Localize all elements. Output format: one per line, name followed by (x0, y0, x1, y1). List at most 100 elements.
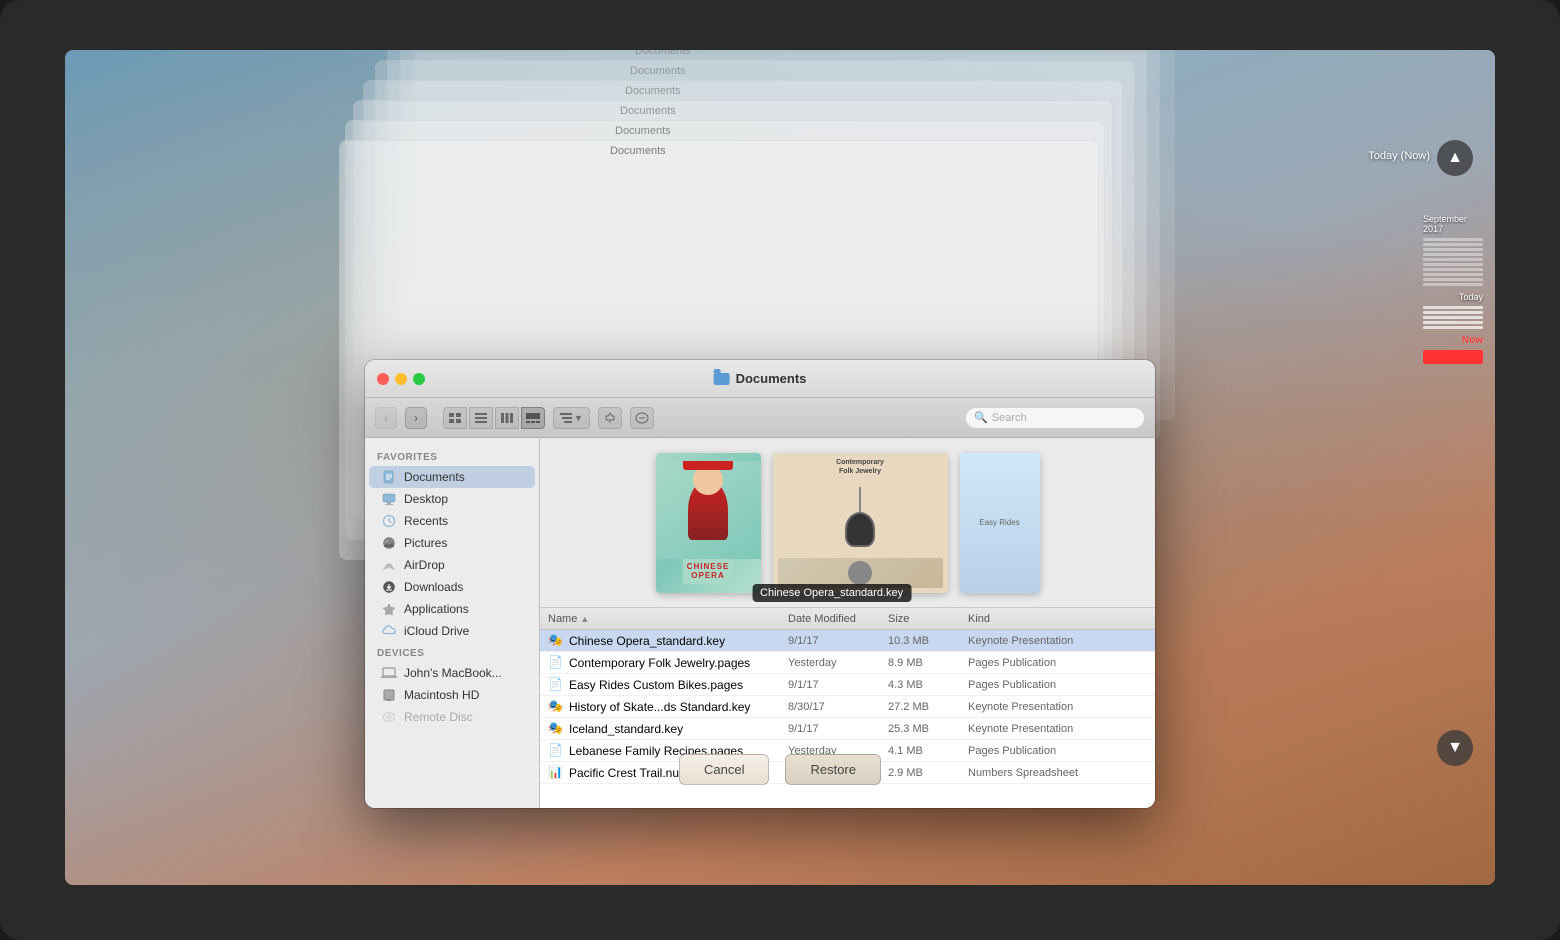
title-bar: Documents (365, 360, 1155, 398)
macbook-frame: Documents Documents Documents Documents … (0, 0, 1560, 940)
file-name-cell: 📄 Contemporary Folk Jewelry.pages (548, 655, 788, 671)
timeline-bar-highlight (1423, 316, 1483, 319)
file-size: 10.3 MB (888, 635, 968, 647)
sidebar-item-downloads[interactable]: Downloads (369, 576, 535, 598)
remote-disc-icon (381, 709, 397, 725)
col-header-size[interactable]: Size (888, 613, 968, 625)
view-gallery-button[interactable] (521, 407, 545, 429)
view-mode-buttons (443, 407, 545, 429)
file-size: 25.3 MB (888, 723, 968, 735)
sidebar-item-label: John's MacBook... (404, 666, 502, 680)
sidebar-item-applications[interactable]: Applications (369, 598, 535, 620)
file-name-cell: 🎭 Chinese Opera_standard.key (548, 633, 788, 649)
timeline-bar (1423, 278, 1483, 281)
preview-thumb-opera[interactable]: CHINESE OPERA (656, 453, 761, 593)
timemachine-down-button[interactable]: ▼ (1437, 730, 1473, 766)
sidebar-item-desktop[interactable]: Desktop (369, 488, 535, 510)
search-placeholder: Search (992, 412, 1027, 424)
file-kind: Pages Publication (968, 679, 1147, 691)
timeline-bar (1423, 238, 1483, 241)
timeline-bar (1423, 243, 1483, 246)
sidebar-item-label: AirDrop (404, 558, 445, 572)
file-size: 8.9 MB (888, 657, 968, 669)
maximize-button[interactable] (413, 373, 425, 385)
sidebar-item-recents[interactable]: Recents (369, 510, 535, 532)
timeline-bar-highlight (1423, 311, 1483, 314)
timeline-bar (1423, 253, 1483, 256)
sidebar-item-airdrop[interactable]: AirDrop (369, 554, 535, 576)
devices-label: Devices (365, 642, 539, 662)
timeline-now-label: Now (1462, 335, 1483, 346)
sidebar-item-label: Downloads (404, 580, 463, 594)
back-button[interactable]: ‹ (375, 407, 397, 429)
tags-button[interactable] (630, 407, 654, 429)
window-title: Documents (714, 371, 807, 386)
preview-thumb-bikes[interactable]: Easy Rides (960, 453, 1040, 593)
sidebar-item-pictures[interactable]: Pictures (369, 532, 535, 554)
column-headers: Name ▲ Date Modified Size Kind (540, 608, 1155, 630)
sidebar-item-label: Documents (404, 470, 465, 484)
sidebar-item-label: Applications (404, 602, 469, 616)
timeline-bar-highlight (1423, 326, 1483, 329)
timeline-bar (1423, 258, 1483, 261)
file-date: 8/30/17 (788, 701, 888, 713)
table-row[interactable]: 📄 Easy Rides Custom Bikes.pages 9/1/17 4… (540, 674, 1155, 696)
arrange-button[interactable]: ▼ (553, 407, 590, 429)
sidebar-item-label: iCloud Drive (404, 624, 469, 638)
file-icon: 📄 (548, 677, 564, 693)
timeline-bar-highlight (1423, 306, 1483, 309)
view-column-button[interactable] (495, 407, 519, 429)
minimize-button[interactable] (395, 373, 407, 385)
close-button[interactable] (377, 373, 389, 385)
timemachine-up-button[interactable]: ▲ (1437, 140, 1473, 176)
forward-button[interactable]: › (405, 407, 427, 429)
col-header-name[interactable]: Name ▲ (548, 613, 788, 625)
file-icon: 🎭 (548, 633, 564, 649)
timeline-bar (1423, 273, 1483, 276)
file-date: 9/1/17 (788, 679, 888, 691)
file-name-cell: 📄 Easy Rides Custom Bikes.pages (548, 677, 788, 693)
bottom-buttons: Cancel Restore (659, 734, 901, 805)
file-kind: Keynote Presentation (968, 723, 1147, 735)
file-kind: Numbers Spreadsheet (968, 767, 1147, 779)
sidebar-item-remote-disc[interactable]: Remote Disc (369, 706, 535, 728)
file-tooltip: Chinese Opera_standard.key (752, 584, 911, 602)
timeline-today-label: Today (1459, 292, 1483, 302)
toolbar: ‹ › (365, 398, 1155, 438)
sidebar-item-documents[interactable]: Documents (369, 466, 535, 488)
timeline-bar (1423, 283, 1483, 286)
view-list-button[interactable] (469, 407, 493, 429)
sort-arrow: ▲ (580, 614, 589, 624)
traffic-lights (377, 373, 425, 385)
file-icon: 📄 (548, 655, 564, 671)
col-header-date[interactable]: Date Modified (788, 613, 888, 625)
col-header-kind[interactable]: Kind (968, 613, 1147, 625)
file-date: 9/1/17 (788, 635, 888, 647)
search-box[interactable]: 🔍 Search (965, 407, 1145, 429)
sidebar-item-icloud[interactable]: iCloud Drive (369, 620, 535, 642)
file-name: History of Skate...ds Standard.key (569, 700, 750, 714)
preview-thumb-jewelry[interactable]: ContemporaryFolk Jewelry (773, 453, 948, 593)
action-button[interactable] (598, 407, 622, 429)
folder-icon (714, 373, 730, 385)
restore-button[interactable]: Restore (785, 754, 881, 785)
file-kind: Pages Publication (968, 657, 1147, 669)
search-icon: 🔍 (974, 411, 988, 424)
view-icon-button[interactable] (443, 407, 467, 429)
file-kind: Keynote Presentation (968, 635, 1147, 647)
cancel-button[interactable]: Cancel (679, 754, 769, 785)
table-row[interactable]: 📄 Contemporary Folk Jewelry.pages Yester… (540, 652, 1155, 674)
desktop-icon (381, 491, 397, 507)
file-icon: 🎭 (548, 699, 564, 715)
table-row[interactable]: 🎭 History of Skate...ds Standard.key 8/3… (540, 696, 1155, 718)
file-name-cell: 🎭 History of Skate...ds Standard.key (548, 699, 788, 715)
documents-icon (381, 469, 397, 485)
sidebar-item-macintosh[interactable]: Macintosh HD (369, 684, 535, 706)
sidebar-item-macbook[interactable]: John's MacBook... (369, 662, 535, 684)
timeline-sep-label: September 2017 (1423, 214, 1483, 234)
table-row[interactable]: 🎭 Chinese Opera_standard.key 9/1/17 10.3… (540, 630, 1155, 652)
file-date: 9/1/17 (788, 723, 888, 735)
timeline-bar-highlight (1423, 321, 1483, 324)
file-size: 4.3 MB (888, 679, 968, 691)
sidebar-item-label: Pictures (404, 536, 447, 550)
